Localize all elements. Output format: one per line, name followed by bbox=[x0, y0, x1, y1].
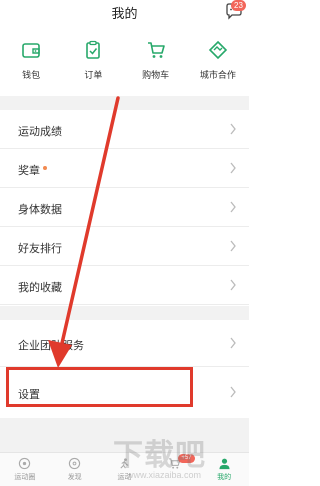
menu-list-secondary: 企业团队服务 设置 bbox=[0, 320, 249, 418]
page-title: 我的 bbox=[111, 7, 138, 22]
section-divider bbox=[0, 96, 249, 110]
bottom-tab-bar: 运动圈 发现 运动 +57 我的 bbox=[0, 452, 249, 486]
menu-item-friend-ranking[interactable]: 好友排行 bbox=[0, 227, 249, 266]
wallet-button[interactable]: 钱包 bbox=[0, 38, 62, 90]
chevron-right-icon bbox=[230, 240, 236, 252]
menu-item-label: 我的收藏 bbox=[18, 281, 62, 294]
tab-discover[interactable]: 发现 bbox=[50, 453, 100, 486]
menu-item-enterprise-team[interactable]: 企业团队服务 bbox=[0, 320, 249, 367]
tab-sports-circle[interactable]: 运动圈 bbox=[0, 453, 50, 486]
orders-button[interactable]: 订单 bbox=[62, 38, 124, 90]
menu-item-favorites[interactable]: 我的收藏 bbox=[0, 266, 249, 305]
menu-item-label: 企业团队服务 bbox=[18, 339, 84, 352]
tab-label: 运动圈 bbox=[14, 473, 36, 481]
tab-label: 运动 bbox=[117, 473, 132, 481]
header-bar: 我的 23 bbox=[0, 0, 249, 26]
menu-item-medals[interactable]: 奖章 bbox=[0, 149, 249, 188]
message-count-badge: 23 bbox=[231, 0, 246, 11]
menu-item-label: 奖章 bbox=[18, 164, 40, 177]
menu-item-sports-results[interactable]: 运动成绩 bbox=[0, 110, 249, 149]
chevron-right-icon bbox=[230, 279, 236, 291]
bottom-spacer bbox=[0, 418, 249, 452]
wallet-label: 钱包 bbox=[22, 71, 41, 81]
shopping-cart-icon bbox=[147, 42, 165, 58]
menu-item-label: 运动成绩 bbox=[18, 125, 62, 138]
cart-button[interactable]: 购物车 bbox=[125, 38, 187, 90]
chevron-right-icon bbox=[230, 386, 236, 398]
person-icon bbox=[218, 458, 230, 470]
orders-label: 订单 bbox=[84, 71, 103, 81]
new-dot-indicator bbox=[43, 166, 47, 170]
run-icon bbox=[120, 458, 129, 469]
menu-item-label: 设置 bbox=[18, 388, 40, 401]
chevron-right-icon bbox=[230, 162, 236, 174]
chevron-right-icon bbox=[230, 201, 236, 213]
tab-label: 我的 bbox=[217, 473, 232, 481]
quick-actions-row: 钱包 订单 购物车 城市合作 bbox=[0, 38, 249, 90]
menu-item-label: 好友排行 bbox=[18, 242, 62, 255]
tab-label: 发现 bbox=[67, 473, 82, 481]
section-divider bbox=[0, 306, 249, 320]
menu-list-primary: 运动成绩 奖章 身体数据 好友排行 我的收藏 bbox=[0, 110, 249, 305]
city-partner-label: 城市合作 bbox=[199, 71, 236, 81]
tab-sports[interactable]: 运动 bbox=[100, 453, 150, 486]
compass-icon bbox=[69, 457, 81, 470]
order-clipboard-icon bbox=[86, 40, 101, 59]
tab-badge: +57 bbox=[178, 454, 195, 463]
chevron-right-icon bbox=[230, 337, 236, 349]
circle-target-icon bbox=[19, 457, 31, 470]
tab-mine[interactable]: 我的 bbox=[199, 453, 249, 486]
chevron-right-icon bbox=[230, 123, 236, 135]
wallet-icon bbox=[22, 43, 40, 58]
cart-label: 购物车 bbox=[142, 71, 170, 81]
tab-store[interactable]: +57 bbox=[149, 453, 199, 486]
handshake-diamond-icon bbox=[208, 40, 228, 60]
menu-item-settings[interactable]: 设置 bbox=[0, 367, 249, 418]
menu-item-body-data[interactable]: 身体数据 bbox=[0, 188, 249, 227]
city-partner-button[interactable]: 城市合作 bbox=[187, 38, 249, 90]
menu-item-label: 身体数据 bbox=[18, 203, 62, 216]
